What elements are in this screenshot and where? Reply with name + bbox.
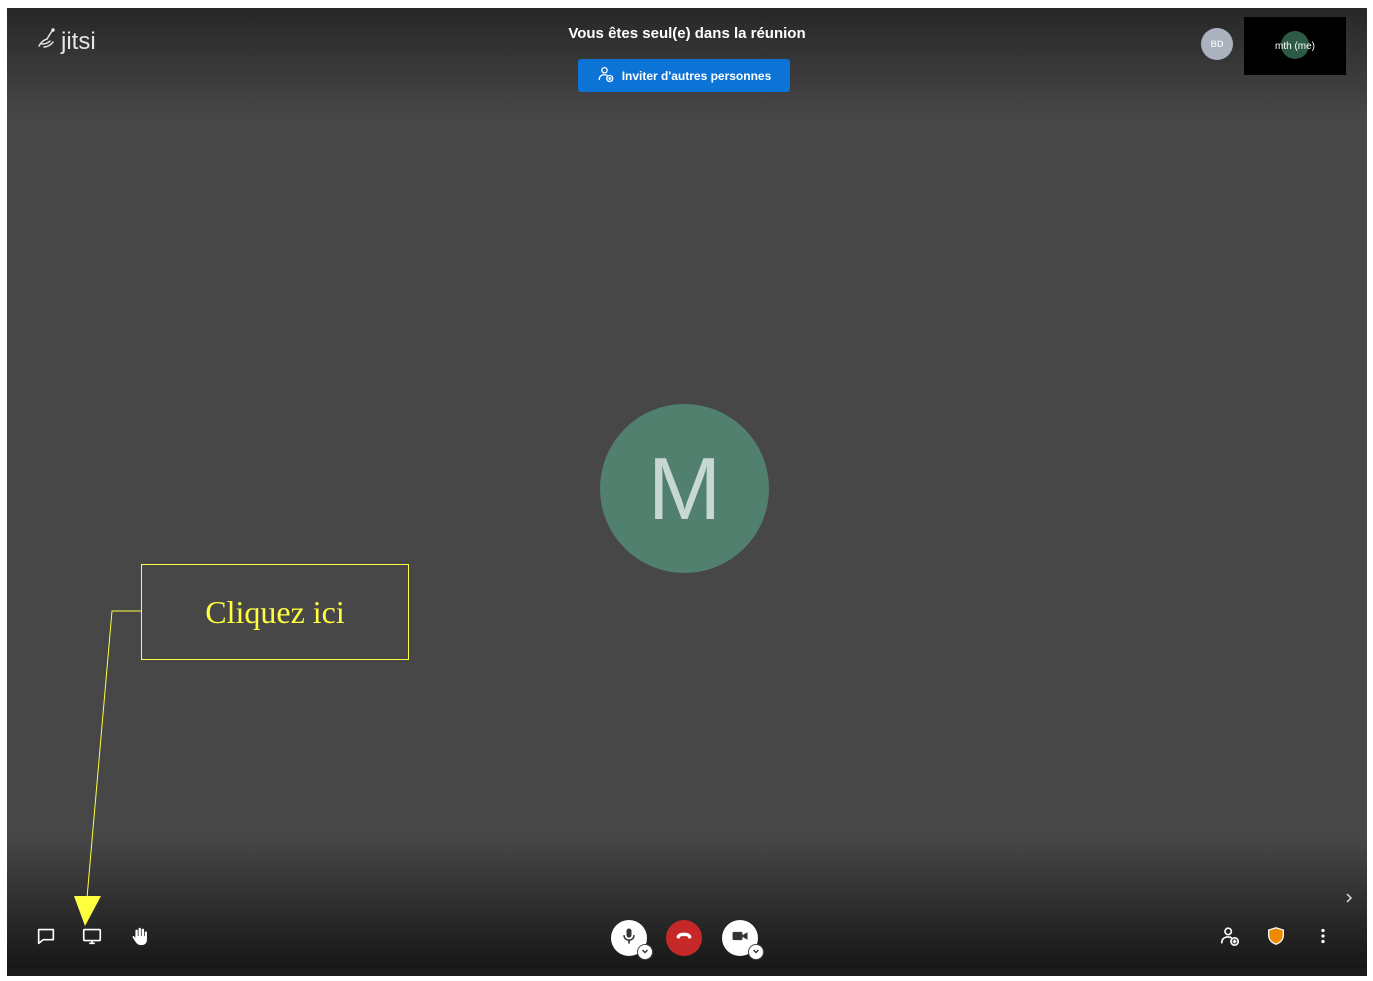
security-shield-icon	[1265, 925, 1287, 952]
raise-hand-button[interactable]	[124, 922, 156, 954]
hangup-icon	[674, 926, 694, 951]
hangup-button[interactable]	[666, 920, 702, 956]
screenshare-icon	[81, 925, 103, 952]
main-avatar-initial: M	[647, 438, 722, 538]
microphone-icon	[619, 926, 639, 951]
chat-icon	[35, 925, 57, 952]
annotation-callout-text: Cliquez ici	[205, 593, 345, 630]
main-participant-avatar: M	[600, 404, 769, 573]
chevron-right-icon	[1342, 893, 1356, 912]
camera-options-button[interactable]	[748, 944, 764, 960]
chat-button[interactable]	[30, 922, 62, 954]
filmstrip-toggle-button[interactable]	[1342, 888, 1356, 908]
chevron-down-icon	[751, 943, 761, 961]
chevron-down-icon	[640, 943, 650, 961]
annotation-callout: Cliquez ici	[141, 564, 409, 660]
remote-participant-initials: BD	[1210, 39, 1224, 49]
camera-icon	[730, 926, 750, 951]
bottom-strip	[7, 968, 1367, 976]
remote-participant-avatar[interactable]: BD	[1201, 28, 1233, 60]
invite-others-button[interactable]: Inviter d'autres personnes	[578, 59, 790, 92]
self-name-label: mth (me)	[1275, 40, 1315, 52]
raise-hand-icon	[129, 925, 151, 952]
add-user-icon	[597, 65, 615, 86]
meeting-stage: jitsi Vous êtes seul(e) dans la réunion …	[7, 8, 1367, 976]
invite-others-label: Inviter d'autres personnes	[621, 68, 772, 83]
more-options-button[interactable]	[1307, 922, 1339, 954]
meeting-status-title: Vous êtes seul(e) dans la réunion	[568, 25, 806, 42]
more-vertical-icon	[1312, 925, 1334, 952]
microphone-options-button[interactable]	[637, 944, 653, 960]
camera-button[interactable]	[722, 920, 764, 960]
screenshare-button[interactable]	[76, 922, 108, 954]
self-video-tile[interactable]: mth (me)	[1244, 17, 1346, 75]
invite-user-icon	[1219, 925, 1241, 952]
microphone-button[interactable]	[611, 920, 653, 960]
invite-participant-button[interactable]	[1214, 922, 1246, 954]
security-options-button[interactable]	[1260, 922, 1292, 954]
